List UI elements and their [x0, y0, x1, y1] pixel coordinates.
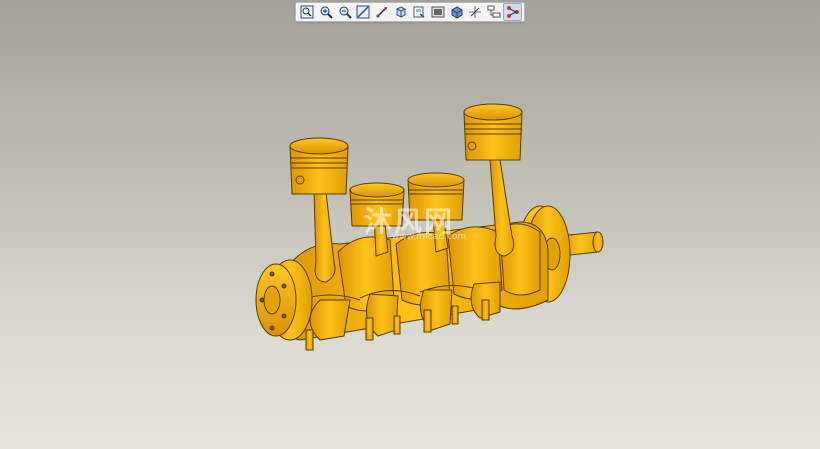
zoom-fit-button[interactable]	[298, 3, 317, 21]
shaded-button[interactable]	[447, 3, 466, 21]
zoom-fit-icon	[300, 5, 314, 19]
zoom-out-icon	[339, 6, 352, 19]
spin-center-icon	[469, 6, 482, 18]
display-style-button[interactable]	[429, 3, 448, 21]
model-tree-icon	[487, 5, 501, 18]
zoom-out-button[interactable]	[335, 3, 354, 21]
orient-button[interactable]	[373, 3, 392, 21]
3d-viewport[interactable]: 沐风网 www.mfcad.com	[0, 0, 820, 449]
spin-center-button[interactable]	[466, 3, 485, 21]
view-cube-icon	[396, 6, 406, 18]
crankshaft-model[interactable]	[0, 0, 820, 449]
view-cube-button[interactable]	[391, 3, 410, 21]
zoom-in-button[interactable]	[317, 3, 336, 21]
display-style-icon	[431, 6, 445, 18]
piston-4	[463, 103, 523, 161]
explode-icon	[506, 6, 519, 18]
piston-2	[349, 182, 405, 227]
zoom-in-icon	[320, 6, 333, 19]
crankshaft-front-pulley	[255, 259, 313, 341]
model-tree-button[interactable]	[485, 3, 504, 21]
saved-views-button[interactable]	[410, 3, 429, 21]
shaded-icon	[451, 6, 463, 19]
saved-views-icon	[413, 6, 425, 18]
view-toolbar	[295, 2, 525, 22]
piston-1	[289, 137, 349, 195]
orient-icon	[376, 7, 388, 18]
repaint-button[interactable]	[354, 3, 373, 21]
repaint-icon	[356, 5, 370, 19]
piston-3	[407, 172, 465, 221]
explode-button[interactable]	[503, 3, 523, 21]
